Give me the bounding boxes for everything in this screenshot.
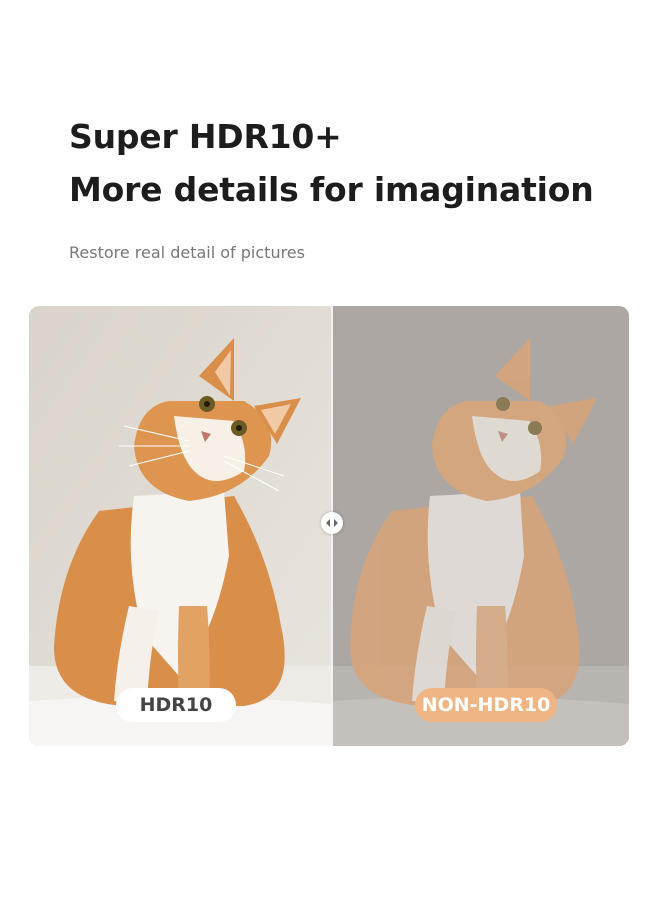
hdr10-image-panel <box>29 306 332 746</box>
hdr-comparison-slider[interactable]: HDR10 NON-HDR10 <box>29 306 629 746</box>
title-line-1: Super HDR10+ <box>69 117 342 156</box>
cat-photo-icon <box>29 306 332 746</box>
page: Super HDR10+ More details for imaginatio… <box>0 0 660 900</box>
cat-photo-icon <box>332 306 629 746</box>
hdr10-badge: HDR10 <box>116 688 236 722</box>
non-hdr10-image-panel <box>332 306 629 746</box>
non-hdr10-badge: NON-HDR10 <box>415 688 557 722</box>
left-right-arrows-icon <box>326 519 338 527</box>
title-line-2: More details for imagination <box>69 170 594 209</box>
divider-handle[interactable] <box>321 512 343 534</box>
page-title: Super HDR10+ More details for imaginatio… <box>69 110 594 216</box>
page-subtitle: Restore real detail of pictures <box>69 243 305 262</box>
